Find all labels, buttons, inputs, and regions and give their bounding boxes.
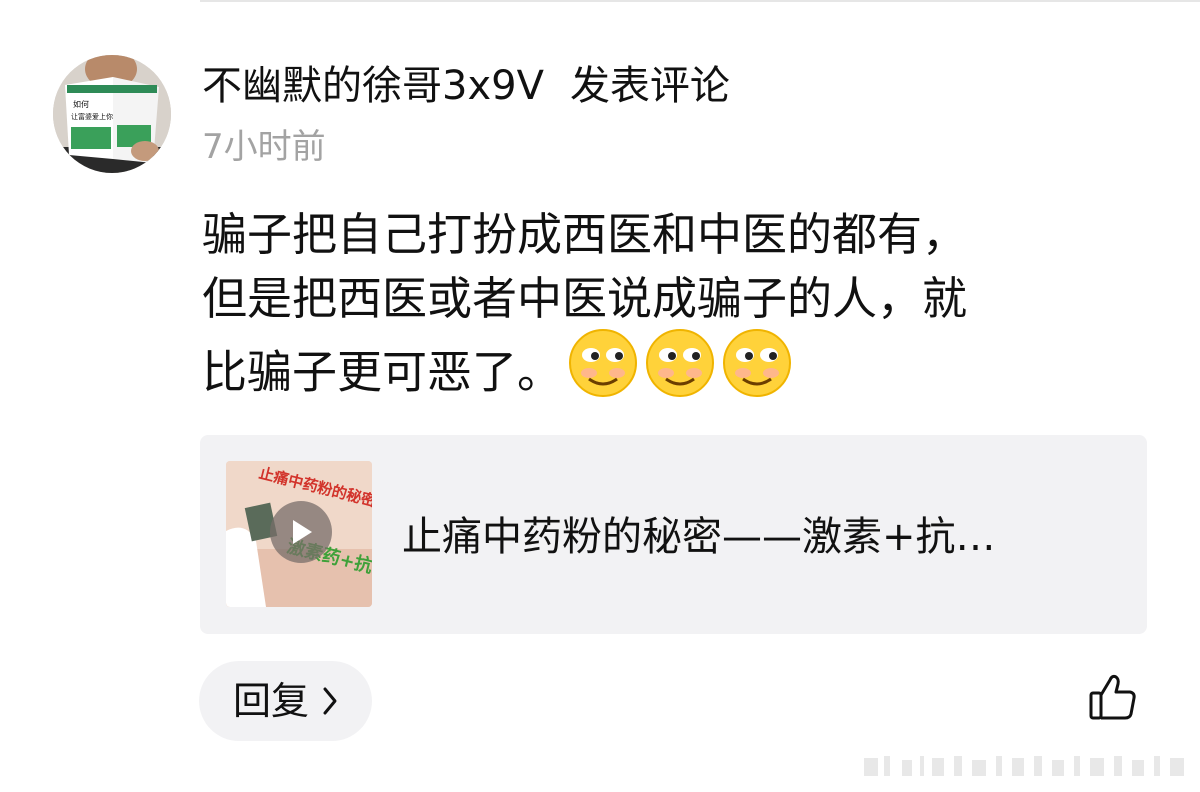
thumbs-up-icon[interactable] bbox=[1088, 672, 1138, 726]
book-text-1: 如何 bbox=[73, 99, 89, 109]
comment-action-label: 发表评论 bbox=[569, 63, 730, 109]
user-avatar[interactable]: 如何 让富婆爱上你 bbox=[53, 55, 171, 173]
linked-video-title[interactable]: 止痛中药粉的秘密——激素+抗… bbox=[402, 511, 996, 563]
linked-video-card[interactable]: 止痛中药粉的秘密 激素药+抗 止痛中药粉的秘密——激素+抗… bbox=[200, 435, 1147, 634]
top-divider bbox=[200, 0, 1200, 2]
comment-timestamp: 7小时前 bbox=[202, 127, 326, 167]
author-name[interactable]: 不幽默的徐哥3x9V bbox=[202, 63, 544, 109]
comment-line: 但是把西医或者中医说成骗子的人，就 bbox=[202, 272, 968, 325]
reply-button[interactable]: 回复 bbox=[199, 661, 372, 741]
comment-line-text: 比骗子更可恶了。 bbox=[202, 345, 563, 399]
watermark-bars bbox=[862, 752, 1192, 784]
chevron-right-icon bbox=[321, 685, 339, 721]
comment-body: 骗子把自己打扮成西医和中医的都有， 但是把西医或者中医说成骗子的人，就 比骗子更… bbox=[202, 203, 1132, 420]
smile-emoji-icon bbox=[567, 327, 639, 416]
smile-emoji-icon bbox=[721, 327, 793, 416]
comment-header: 不幽默的徐哥3x9V 发表评论 bbox=[202, 60, 730, 112]
smile-emoji-icon bbox=[644, 327, 716, 416]
video-thumbnail[interactable]: 止痛中药粉的秘密 激素药+抗 bbox=[226, 461, 372, 607]
book-text-2: 让富婆爱上你 bbox=[71, 112, 113, 121]
reply-label: 回复 bbox=[233, 679, 310, 723]
comment-line: 比骗子更可恶了。 bbox=[202, 329, 1132, 420]
comment-line: 骗子把自己打扮成西医和中医的都有， bbox=[202, 208, 968, 261]
play-icon[interactable] bbox=[270, 501, 332, 563]
